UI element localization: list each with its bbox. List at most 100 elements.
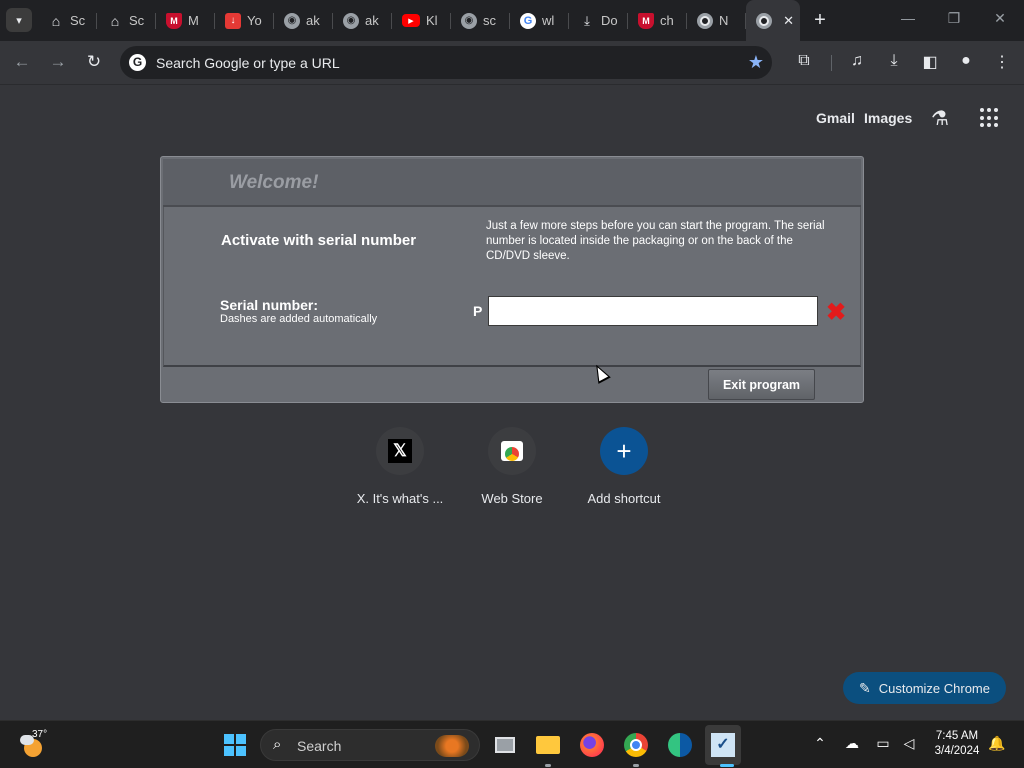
tab-4[interactable]: ↓ Yo: [215, 0, 274, 41]
restore-button[interactable]: ❐: [944, 10, 964, 27]
downloads-button[interactable]: ⤓: [883, 52, 905, 70]
shortcut-web-store[interactable]: Web Store: [456, 427, 568, 506]
plus-icon: +: [616, 436, 632, 466]
google-icon: G: [520, 12, 536, 29]
search-highlight-icon: [435, 735, 469, 757]
globe-icon: ◉: [343, 12, 359, 29]
tab-12[interactable]: N: [687, 0, 746, 41]
side-panel-button[interactable]: ◧: [919, 52, 941, 72]
web-store-icon: [501, 441, 523, 461]
exit-program-button[interactable]: Exit program: [708, 369, 815, 400]
gmail-link[interactable]: Gmail: [816, 110, 855, 126]
tab-8[interactable]: ◉ sc: [451, 0, 510, 41]
minimize-button[interactable]: —: [898, 10, 918, 26]
firefox-button[interactable]: [579, 732, 605, 758]
tab-5[interactable]: ◉ ak: [274, 0, 333, 41]
edge-button[interactable]: [667, 732, 693, 758]
youtube-icon: ▶: [402, 14, 420, 27]
serial-number-label: Serial number:: [220, 297, 319, 313]
close-tab-icon[interactable]: ✕: [783, 13, 794, 29]
tab-title: Sc: [129, 13, 145, 28]
labs-flask-icon[interactable]: ⚗: [931, 106, 949, 131]
shortcut-tile: +: [600, 427, 648, 475]
google-icon: G: [129, 54, 146, 71]
address-input[interactable]: [156, 46, 736, 79]
add-shortcut-button[interactable]: + Add shortcut: [568, 427, 680, 506]
edge-icon: [668, 733, 692, 757]
bookmark-star-icon[interactable]: ★: [748, 52, 764, 73]
network-icon[interactable]: ▭: [873, 735, 893, 752]
dialog-title: Welcome!: [229, 172, 319, 193]
tab-9[interactable]: Gwl: [510, 0, 569, 41]
tab-title: sc: [483, 13, 496, 28]
chevron-up-icon[interactable]: ⌃: [810, 735, 830, 752]
tab-2[interactable]: ⌂ Sc: [97, 0, 156, 41]
minimize-icon: —: [901, 10, 915, 26]
tab-title: Kl: [426, 13, 438, 28]
shortcut-x[interactable]: 𝕏 X. It's what's ...: [344, 427, 456, 506]
profile-button[interactable]: ●: [955, 52, 977, 70]
back-button[interactable]: ←: [11, 52, 33, 72]
tab-active[interactable]: ✕: [746, 0, 800, 41]
tab-title: Sc: [70, 13, 86, 28]
volume-muted-icon[interactable]: ◁: [899, 735, 919, 752]
tab-11[interactable]: Mch: [628, 0, 687, 41]
task-view-button[interactable]: [492, 732, 518, 758]
apps-grid-icon[interactable]: [980, 108, 1000, 128]
forward-button[interactable]: →: [47, 52, 69, 72]
active-indicator: [720, 764, 734, 767]
tab-6[interactable]: ◉ ak: [333, 0, 392, 41]
reload-button[interactable]: ↻: [83, 52, 105, 72]
mcafee-icon: M: [638, 12, 654, 29]
shortcut-tile: [488, 427, 536, 475]
menu-button[interactable]: ⋮: [991, 52, 1013, 72]
clock-date: 3/4/2024: [934, 745, 980, 757]
plus-icon: +: [814, 9, 826, 31]
omnibox[interactable]: G ★: [120, 46, 772, 79]
extensions-button[interactable]: ⧉: [793, 52, 815, 70]
globe-icon: ◉: [284, 12, 300, 29]
bank-icon: ⌂: [51, 12, 61, 29]
serial-prefix: P: [473, 303, 483, 319]
tab-title: wl: [542, 13, 555, 28]
system-clock[interactable]: 7:45 AM 3/4/2024: [928, 729, 986, 759]
tab-3[interactable]: MM: [156, 0, 215, 41]
taskbar-search[interactable]: ⌕ Search: [260, 729, 480, 761]
tab-search-button[interactable]: ▾: [6, 8, 32, 32]
running-indicator: [545, 764, 551, 767]
shortcut-label: Add shortcut: [587, 491, 661, 506]
customize-label: Customize Chrome: [878, 680, 990, 696]
dialog-body: Activate with serial number Just a few m…: [163, 207, 861, 367]
tab-7[interactable]: ▶ Kl: [392, 0, 451, 41]
images-link[interactable]: Images: [864, 110, 912, 126]
shortcut-label: Web Store: [481, 491, 543, 506]
installer-app-icon: ✓: [711, 733, 735, 757]
clear-x-icon[interactable]: ✖: [826, 301, 846, 325]
close-window-button[interactable]: ✕: [990, 10, 1010, 27]
tab-10[interactable]: ⤓ Do: [569, 0, 628, 41]
new-tab-button[interactable]: +: [810, 10, 830, 30]
onedrive-off-icon[interactable]: ☁: [842, 735, 862, 752]
serial-number-hint: Dashes are added automatically: [220, 313, 378, 325]
arrow-right-icon: →: [49, 52, 67, 71]
notification-bell-icon[interactable]: 🔔: [988, 735, 1005, 752]
x-logo-icon: 𝕏: [388, 439, 412, 463]
activation-heading: Activate with serial number: [221, 232, 417, 249]
chrome-icon: [756, 12, 772, 29]
restore-icon: ❐: [947, 10, 961, 26]
tab-1[interactable]: ⌂ Sc: [38, 0, 97, 41]
arrow-left-icon: ←: [13, 52, 31, 71]
active-app-button[interactable]: ✓: [705, 725, 741, 765]
chrome-taskbar-button[interactable]: [623, 732, 649, 758]
more-vert-icon: ⋮: [994, 54, 1010, 71]
tab-strip: ▾ ⌂ Sc ⌂ Sc MM ↓ Yo ◉ ak ◉ ak ▶ Kl ◉ sc Gwl ⤓ Do…: [0, 0, 1024, 41]
media-button[interactable]: ♫: [846, 52, 868, 70]
browser-toolbar: ← → ↻ G ★ ⧉ ♫ ⤓ ◧ ● ⋮: [0, 41, 1024, 85]
chrome-icon: [624, 733, 648, 757]
serial-number-input[interactable]: [488, 296, 818, 326]
shortcut-label: X. It's what's ...: [356, 491, 444, 506]
bank-icon: ⌂: [110, 12, 120, 29]
file-explorer-button[interactable]: [535, 732, 561, 758]
start-button[interactable]: [224, 734, 246, 756]
customize-chrome-button[interactable]: ✎ Customize Chrome: [843, 672, 1006, 704]
